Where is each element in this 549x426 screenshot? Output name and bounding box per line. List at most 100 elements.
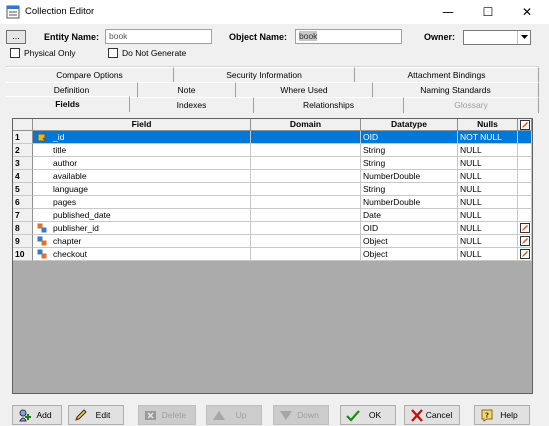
maximize-button[interactable]: ☐ [468,0,508,24]
tab-indexes[interactable]: Indexes [130,97,254,113]
nulls-cell[interactable]: NULL [458,170,518,183]
tab-compare-options[interactable]: Compare Options [6,67,174,83]
field-name-cell[interactable]: language [33,183,251,196]
edit-icon[interactable] [520,223,530,233]
field-name-cell[interactable]: publisher_id [33,222,251,235]
physical-only-label: Physical Only [24,48,76,58]
delete-button: Delete [138,405,196,425]
nulls-cell[interactable]: NULL [458,144,518,157]
edit-cell[interactable] [518,131,532,144]
datatype-cell[interactable]: Object [361,235,458,248]
table-row[interactable]: 3 author String NULL [13,157,532,170]
edit-icon[interactable] [520,236,530,246]
domain-cell[interactable] [251,248,361,261]
owner-select[interactable] [463,30,531,45]
close-button[interactable]: ✕ [507,0,547,24]
domain-cell[interactable] [251,196,361,209]
fields-grid[interactable]: Field Domain Datatype Nulls 1 _id OID NOT N… [12,118,533,394]
table-row[interactable]: 8 publisher_id OID NULL [13,222,532,235]
tab-naming-standards[interactable]: Naming Standards [373,82,539,98]
tab-where-used[interactable]: Where Used [236,82,373,98]
edit-cell[interactable] [518,144,532,157]
datatype-cell[interactable]: String [361,183,458,196]
domain-cell[interactable] [251,131,361,144]
table-row[interactable]: 2 title String NULL [13,144,532,157]
domain-cell[interactable] [251,183,361,196]
entity-name-field[interactable]: book [105,29,212,44]
table-row[interactable]: 9 chapter Object NULL [13,235,532,248]
tab-attachment-bindings[interactable]: Attachment Bindings [355,67,539,83]
table-row[interactable]: 5 language String NULL [13,183,532,196]
column-header-datatype[interactable]: Datatype [361,119,458,131]
domain-cell[interactable] [251,222,361,235]
table-row[interactable]: 4 available NumberDouble NULL [13,170,532,183]
domain-cell[interactable] [251,235,361,248]
edit-cell[interactable] [518,183,532,196]
edit-cell[interactable] [518,157,532,170]
field-name-cell[interactable]: chapter [33,235,251,248]
do-not-generate-checkbox[interactable] [108,48,118,58]
nulls-cell[interactable]: NULL [458,209,518,222]
row-number: 4 [13,170,33,183]
table-row[interactable]: 6 pages NumberDouble NULL [13,196,532,209]
physical-only-checkbox[interactable] [10,48,20,58]
nulls-cell[interactable]: NULL [458,222,518,235]
nulls-cell[interactable]: NULL [458,248,518,261]
table-row[interactable]: 1 _id OID NOT NULL [13,131,532,144]
edit-cell[interactable] [518,170,532,183]
nulls-cell[interactable]: NULL [458,196,518,209]
domain-cell[interactable] [251,170,361,183]
tab-security-information[interactable]: Security Information [174,67,355,83]
column-header-edit[interactable] [518,119,532,131]
datatype-cell[interactable]: OID [361,222,458,235]
edit-cell[interactable] [518,235,532,248]
edit-cell[interactable] [518,222,532,235]
help-button[interactable]: ? Help [474,405,530,425]
down-button: Down [273,405,329,425]
tab-note[interactable]: Note [138,82,236,98]
field-name-cell[interactable]: available [33,170,251,183]
edit-cell[interactable] [518,209,532,222]
chevron-down-icon[interactable] [517,31,530,44]
ok-button[interactable]: OK [340,405,396,425]
datatype-cell[interactable]: NumberDouble [361,196,458,209]
domain-cell[interactable] [251,209,361,222]
object-name-field[interactable]: book [295,29,402,44]
browse-button[interactable]: ... [6,30,26,44]
column-header-field[interactable]: Field [33,119,251,131]
table-row[interactable]: 10 checkout Object NULL [13,248,532,261]
datatype-cell[interactable]: Date [361,209,458,222]
add-button[interactable]: Add [12,405,62,425]
column-header-domain[interactable]: Domain [251,119,361,131]
datatype-cell[interactable]: Object [361,248,458,261]
datatype-cell[interactable]: NumberDouble [361,170,458,183]
domain-cell[interactable] [251,157,361,170]
row-number: 2 [13,144,33,157]
datatype-cell[interactable]: OID [361,131,458,144]
edit-icon[interactable] [520,249,530,259]
edit-cell[interactable] [518,248,532,261]
domain-cell[interactable] [251,144,361,157]
field-name-cell[interactable]: published_date [33,209,251,222]
column-header-nulls[interactable]: Nulls [458,119,518,131]
minimize-button[interactable]: — [428,0,468,24]
row-number: 7 [13,209,33,222]
datatype-cell[interactable]: String [361,144,458,157]
field-name-cell[interactable]: title [33,144,251,157]
object-field-icon [37,249,47,259]
nulls-cell[interactable]: NOT NULL [458,131,518,144]
tab-relationships[interactable]: Relationships [254,97,404,113]
datatype-cell[interactable]: String [361,157,458,170]
tab-fields[interactable]: Fields [6,96,130,112]
field-name-cell[interactable]: pages [33,196,251,209]
edit-button[interactable]: Edit [68,405,124,425]
edit-cell[interactable] [518,196,532,209]
field-name-cell[interactable]: _id [33,131,251,144]
cancel-button[interactable]: Cancel [404,405,460,425]
field-name-cell[interactable]: author [33,157,251,170]
nulls-cell[interactable]: NULL [458,157,518,170]
table-row[interactable]: 7 published_date Date NULL [13,209,532,222]
nulls-cell[interactable]: NULL [458,183,518,196]
nulls-cell[interactable]: NULL [458,235,518,248]
field-name-cell[interactable]: checkout [33,248,251,261]
